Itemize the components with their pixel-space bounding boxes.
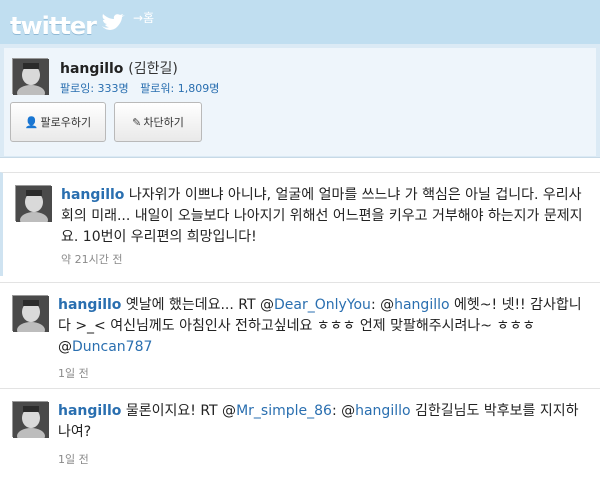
tweet-username[interactable]: hangillo (58, 297, 121, 313)
twitter-logo[interactable]: twitter (10, 12, 97, 40)
tweet-item: hangillo 옛날에 했는데요... RT @Dear_OnlyYou: @… (0, 282, 600, 388)
person-icon (16, 186, 52, 222)
tweet-username[interactable]: hangillo (61, 187, 124, 203)
tweet-body: : @ (370, 297, 395, 313)
profile-realname: (김한길) (128, 61, 178, 77)
pencil-icon: ✎ (132, 115, 142, 129)
tweet-timestamp[interactable]: 약 21시간 전 (61, 251, 122, 267)
home-link[interactable]: →홈 (133, 9, 154, 26)
mention-link[interactable]: hangillo (355, 403, 410, 419)
add-user-icon: 👤 (24, 115, 39, 129)
avatar[interactable] (12, 58, 49, 95)
profile-name: hangillo (김한길) (60, 58, 178, 78)
block-button[interactable]: ✎ 차단하기 (114, 102, 202, 142)
mention-link[interactable]: Mr_simple_86 (236, 403, 332, 419)
mention-link[interactable]: Dear_OnlyYou (274, 297, 371, 313)
tweet-body: : @ (331, 403, 356, 419)
followers-count[interactable]: 팔로워: 1,809명 (140, 82, 219, 95)
bird-icon (102, 14, 125, 30)
tweet-item: hangillo 물론이지요! RT @Mr_simple_86: @hangi… (0, 388, 600, 494)
tweet-username[interactable]: hangillo (58, 403, 121, 419)
profile-username[interactable]: hangillo (60, 61, 123, 77)
profile-card: hangillo (김한길) 팔로잉: 333명 팔로워: 1,809명 👤 팔… (4, 48, 596, 156)
tweet-avatar[interactable] (15, 185, 52, 222)
tweet-body: 옛날에 했는데요... RT @ (125, 297, 274, 313)
block-button-label: 차단하기 (143, 116, 184, 129)
tweet-timestamp[interactable]: 1일 전 (58, 451, 89, 467)
mention-link[interactable]: Duncan787 (72, 339, 152, 355)
tweet-avatar[interactable] (12, 401, 49, 438)
person-icon (13, 402, 49, 438)
tweet-item: hangillo 나자위가 이쁘냐 아니냐, 얼굴에 얼마를 쓰느냐 가 핵심은… (0, 172, 600, 276)
tweet-avatar[interactable] (12, 295, 49, 332)
tweet-timestamp[interactable]: 1일 전 (58, 365, 89, 381)
profile-stats: 팔로잉: 333명 팔로워: 1,809명 (60, 80, 219, 96)
following-count[interactable]: 팔로잉: 333명 (60, 82, 129, 95)
tweet-body: 나자위가 이쁘냐 아니냐, 얼굴에 얼마를 쓰느냐 가 핵심은 아닐 겁니다. … (61, 187, 583, 245)
follow-button-label: 팔로우하기 (40, 116, 92, 129)
tweet-text: hangillo 물론이지요! RT @Mr_simple_86: @hangi… (58, 401, 588, 443)
top-bar: twitter →홈 (0, 0, 600, 44)
person-icon (13, 296, 49, 332)
tweet-text: hangillo 나자위가 이쁘냐 아니냐, 얼굴에 얼마를 쓰느냐 가 핵심은… (61, 185, 591, 248)
tweet-body: 물론이지요! RT @ (125, 403, 237, 419)
profile-header: twitter →홈 hangillo (김한길) 팔로잉: 333명 팔로워:… (0, 0, 600, 158)
mention-link[interactable]: hangillo (394, 297, 449, 313)
tweet-timeline: hangillo 나자위가 이쁘냐 아니냐, 얼굴에 얼마를 쓰느냐 가 핵심은… (0, 158, 600, 494)
follow-button[interactable]: 👤 팔로우하기 (10, 102, 106, 142)
tweet-text: hangillo 옛날에 했는데요... RT @Dear_OnlyYou: @… (58, 295, 588, 358)
person-icon (13, 59, 49, 95)
